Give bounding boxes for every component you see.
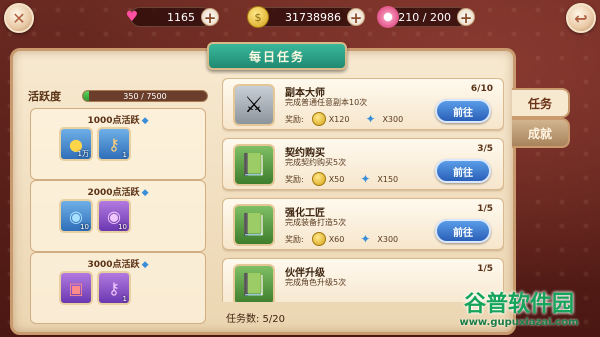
coin-icon: [311, 232, 326, 246]
reward-item[interactable]: ◉ 10: [97, 199, 131, 233]
reward-item[interactable]: ⚷ 1: [97, 127, 131, 161]
forge-book-icon: 📗: [233, 204, 275, 246]
task-progress: 1/5: [477, 264, 493, 274]
gem-icon: ✦: [360, 232, 371, 246]
activity-panel: 活跃度 350 / 7500 1000点活跃 ◆ ● 1万 ⚷ 1 2000点活跃…: [24, 80, 212, 335]
task-reward: 奖励: X60 ✦ X300: [285, 232, 399, 246]
gold-coin-icon: $: [247, 6, 269, 28]
reward-item[interactable]: ● 1万: [59, 127, 93, 161]
task-desc: 完成契约购买5次: [285, 158, 347, 167]
donut-icon: [377, 6, 399, 28]
activity-progress-bar: 350 / 7500: [82, 90, 208, 102]
reward-item[interactable]: ◉ 10: [59, 199, 93, 233]
gold-count: 31738986: [285, 11, 341, 24]
gem-icon: ◆: [141, 260, 149, 270]
task-desc: 完成装备打造5次: [285, 218, 347, 227]
tab-achievements[interactable]: 成就: [512, 118, 570, 148]
milestone-box: 1000点活跃 ◆ ● 1万 ⚷ 1: [30, 108, 206, 180]
gem-icon: ✦: [365, 112, 376, 126]
task-item: ⚔ 副本大师 完成普通任意副本10次 6/10 奖励: X120 ✦ X300 …: [222, 78, 504, 130]
task-progress: 6/10: [470, 84, 493, 94]
gem-count: 1165: [167, 11, 195, 24]
back-arrow-icon: ↩: [574, 8, 588, 28]
task-reward: 奖励: X50 ✦ X150: [285, 172, 399, 186]
gem-icon: ✦: [360, 172, 371, 186]
milestone-box: 2000点活跃 ◆ ◉ 10 ◉ 10: [30, 180, 206, 252]
axe-icon: ⚔: [233, 84, 275, 126]
stamina-count: 210 / 200: [398, 11, 451, 24]
add-gold-button[interactable]: +: [347, 8, 365, 27]
purple-key-icon: ⚷: [108, 278, 120, 298]
gold-resource: $ 31738986 +: [247, 6, 365, 28]
task-item: 📗 强化工匠 完成装备打造5次 1/5 奖励: X60 ✦ X300 前往: [222, 198, 504, 250]
stamina-resource: 210 / 200 +: [377, 6, 475, 28]
back-button[interactable]: ↩: [566, 3, 596, 33]
add-stamina-button[interactable]: +: [457, 8, 475, 27]
task-progress: 3/5: [477, 144, 493, 154]
close-icon: ✕: [12, 8, 26, 28]
heart-gem-icon: ♥: [125, 9, 139, 25]
milestone-box: 3000点活跃 ◆ ▣ ⚷ 1: [30, 252, 206, 324]
gem-resource: ♥ 1165 +: [126, 7, 219, 27]
task-list[interactable]: ⚔ 副本大师 完成普通任意副本10次 6/10 奖励: X120 ✦ X300 …: [222, 78, 504, 302]
milestone-label: 1000点活跃 ◆: [87, 116, 149, 126]
treasure-chest-icon: ▣: [68, 278, 84, 298]
go-button[interactable]: 前往: [435, 159, 491, 183]
page-title: 每日任务: [207, 42, 347, 70]
go-button[interactable]: 前往: [435, 219, 491, 243]
task-item: 📗 契约购买 完成契约购买5次 3/5 奖励: X50 ✦ X150 前往: [222, 138, 504, 190]
tab-tasks[interactable]: 任务: [512, 88, 570, 118]
activity-progress-text: 350 / 7500: [123, 92, 167, 101]
site-watermark: 谷普软件园 www.gupuxiazai.com: [438, 286, 600, 336]
watermark-title: 谷普软件园: [463, 292, 574, 317]
reward-item[interactable]: ▣: [59, 271, 93, 305]
task-count: 任务数: 5/20: [226, 314, 286, 325]
task-reward: 奖励: X120 ✦ X300: [285, 112, 404, 126]
key-icon: ⚷: [108, 134, 120, 154]
watermark-url: www.gupuxiazai.com: [459, 317, 579, 328]
partner-book-icon: 📗: [233, 264, 275, 302]
close-button[interactable]: ✕: [4, 3, 34, 33]
activity-label: 活跃度: [28, 90, 61, 103]
gem-icon: ◆: [141, 116, 149, 126]
contract-book-icon: 📗: [233, 144, 275, 186]
reward-item[interactable]: ⚷ 1: [97, 271, 131, 305]
milestone-label: 2000点活跃 ◆: [87, 188, 149, 198]
milestone-label: 3000点活跃 ◆: [87, 260, 149, 270]
task-desc: 完成角色升级5次: [285, 278, 347, 287]
go-button[interactable]: 前往: [435, 99, 491, 123]
top-bar: ✕ ♥ 1165 + $ 31738986 + 210 / 200 + ↩: [0, 0, 600, 36]
coin-icon: [311, 172, 326, 186]
coin-icon: [311, 112, 326, 126]
gem-icon: ◆: [141, 188, 149, 198]
add-gems-button[interactable]: +: [201, 8, 219, 27]
task-progress: 1/5: [477, 204, 493, 214]
task-desc: 完成普通任意副本10次: [285, 98, 368, 107]
